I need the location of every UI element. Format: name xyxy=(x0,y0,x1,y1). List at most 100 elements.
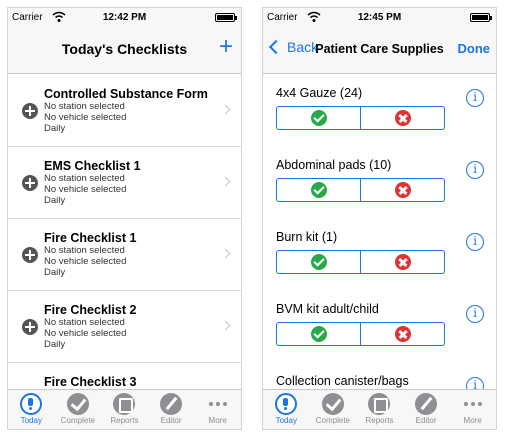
status-bar: Carrier 12:45 PM xyxy=(263,8,496,28)
supply-name: 4x4 Gauze (24) xyxy=(276,86,363,100)
check-circle-icon xyxy=(310,182,327,198)
fail-button[interactable] xyxy=(360,323,444,345)
checklist-row[interactable]: Fire Checklist 3No station selectedNo ve… xyxy=(8,363,241,389)
add-circle-icon[interactable] xyxy=(22,175,38,191)
checklist-row[interactable]: Controlled Substance Form No station sele… xyxy=(8,75,241,147)
pass-button[interactable] xyxy=(277,323,360,345)
chevron-right-icon xyxy=(220,104,231,115)
fail-button[interactable] xyxy=(360,179,444,201)
fail-button[interactable] xyxy=(360,251,444,273)
frequency-label: Daily xyxy=(44,267,66,278)
checklist-title: Fire Checklist 1 xyxy=(44,231,137,245)
x-circle-icon xyxy=(394,254,411,270)
nav-bar: Back Patient Care Supplies Done xyxy=(263,28,496,74)
vehicle-label: No vehicle selected xyxy=(44,328,127,339)
add-checklist-button[interactable]: + xyxy=(219,33,233,61)
dot xyxy=(208,402,213,406)
page-title: Patient Care Supplies xyxy=(315,42,444,56)
chevron-left-icon xyxy=(268,39,284,55)
info-icon[interactable]: i xyxy=(466,305,484,323)
chevron-right-icon xyxy=(220,320,231,331)
checklist-title: Controlled Substance Form xyxy=(44,87,208,101)
check-circle-icon xyxy=(310,110,327,126)
tab-more[interactable]: More xyxy=(449,390,496,429)
pass-fail-segmented-control[interactable] xyxy=(276,178,445,202)
supply-row: 4x4 Gauze (24) i xyxy=(263,75,496,147)
info-icon[interactable]: i xyxy=(466,89,484,107)
battery-level xyxy=(472,15,488,20)
reports-icon xyxy=(113,393,136,415)
supply-list: 4x4 Gauze (24) i Abdominal pads (10) i Burn … xyxy=(263,75,496,389)
battery-icon xyxy=(215,13,237,22)
checklists-screen: Carrier 12:42 PM Today's Checklists + Co… xyxy=(7,7,242,430)
frequency-label: Daily xyxy=(44,123,66,134)
battery-level xyxy=(217,15,233,20)
tab-label: More xyxy=(208,416,227,425)
supply-name: Burn kit (1) xyxy=(276,230,338,244)
add-circle-icon[interactable] xyxy=(22,319,38,335)
clock: 12:45 PM xyxy=(357,12,402,23)
pass-button[interactable] xyxy=(277,107,360,129)
dot xyxy=(222,402,227,406)
station-label: No station selected xyxy=(44,173,125,184)
pass-button[interactable] xyxy=(277,251,360,273)
check-circle-icon xyxy=(310,326,327,342)
tab-editor[interactable]: Editor xyxy=(403,390,450,429)
tab-complete[interactable]: Complete xyxy=(310,390,357,429)
chevron-right-icon xyxy=(220,248,231,259)
dot xyxy=(215,402,220,406)
tab-more[interactable]: More xyxy=(194,390,241,429)
tab-today[interactable]: Today xyxy=(8,390,55,429)
checklist-row[interactable]: EMS Checklist 1 No station selected No veh… xyxy=(8,147,241,219)
supply-name: BVM kit adult/child xyxy=(276,302,379,316)
checklist-row[interactable]: Fire Checklist 1 No station selected No ve… xyxy=(8,219,241,291)
station-label: No station selected xyxy=(44,245,125,256)
pass-button[interactable] xyxy=(277,179,360,201)
checklist-row[interactable]: Fire Checklist 2 No station selected No ve… xyxy=(8,291,241,363)
clock: 12:42 PM xyxy=(102,12,147,23)
page-title: Today's Checklists xyxy=(61,41,188,57)
x-circle-icon xyxy=(394,110,411,126)
checklist-text: Fire Checklist 2 No station selected No ve… xyxy=(44,303,221,350)
tab-bar: Today Complete Reports Editor More xyxy=(8,389,241,429)
add-circle-icon[interactable] xyxy=(22,247,38,263)
supply-row: BVM kit adult/child i xyxy=(263,291,496,363)
checklist-title: Fire Checklist 3 xyxy=(44,375,137,389)
checklist-text: Fire Checklist 1 No station selected No ve… xyxy=(44,231,221,278)
today-icon xyxy=(275,393,298,415)
check-circle-icon xyxy=(310,254,327,270)
tab-today[interactable]: Today xyxy=(263,390,310,429)
x-circle-icon xyxy=(394,182,411,198)
info-icon[interactable]: i xyxy=(466,161,484,179)
status-bar: Carrier 12:42 PM xyxy=(8,8,241,28)
tab-label: Today xyxy=(275,416,297,425)
tab-bar: Today Complete Reports Editor More xyxy=(263,389,496,429)
fail-button[interactable] xyxy=(360,107,444,129)
tab-reports[interactable]: Reports xyxy=(356,390,403,429)
checklist-list: Controlled Substance Form No station sele… xyxy=(8,75,241,389)
tab-complete[interactable]: Complete xyxy=(55,390,102,429)
done-button[interactable]: Done xyxy=(458,41,491,56)
x-circle-icon xyxy=(394,326,411,342)
supplies-screen: Carrier 12:45 PM Back Patient Care Suppl… xyxy=(262,7,497,430)
tab-reports[interactable]: Reports xyxy=(101,390,148,429)
reports-icon xyxy=(368,393,391,415)
frequency-label: Daily xyxy=(44,339,66,350)
checklist-title: Fire Checklist 2 xyxy=(44,303,137,317)
supply-name: Collection canister/bags xyxy=(276,374,409,388)
vehicle-label: No vehicle selected xyxy=(44,184,127,195)
tab-label: Today xyxy=(20,416,42,425)
pass-fail-segmented-control[interactable] xyxy=(276,106,445,130)
tab-label: Editor xyxy=(415,416,437,425)
nav-bar: Today's Checklists + xyxy=(8,28,241,74)
info-icon[interactable]: i xyxy=(466,377,484,389)
info-icon[interactable]: i xyxy=(466,233,484,251)
pass-fail-segmented-control[interactable] xyxy=(276,322,445,346)
supply-row: Abdominal pads (10) i xyxy=(263,147,496,219)
station-label: No station selected xyxy=(44,101,125,112)
add-circle-icon[interactable] xyxy=(22,103,38,119)
pass-fail-segmented-control[interactable] xyxy=(276,250,445,274)
frequency-label: Daily xyxy=(44,195,66,206)
tab-editor[interactable]: Editor xyxy=(148,390,195,429)
checklist-text: Controlled Substance Form No station sele… xyxy=(44,87,221,134)
